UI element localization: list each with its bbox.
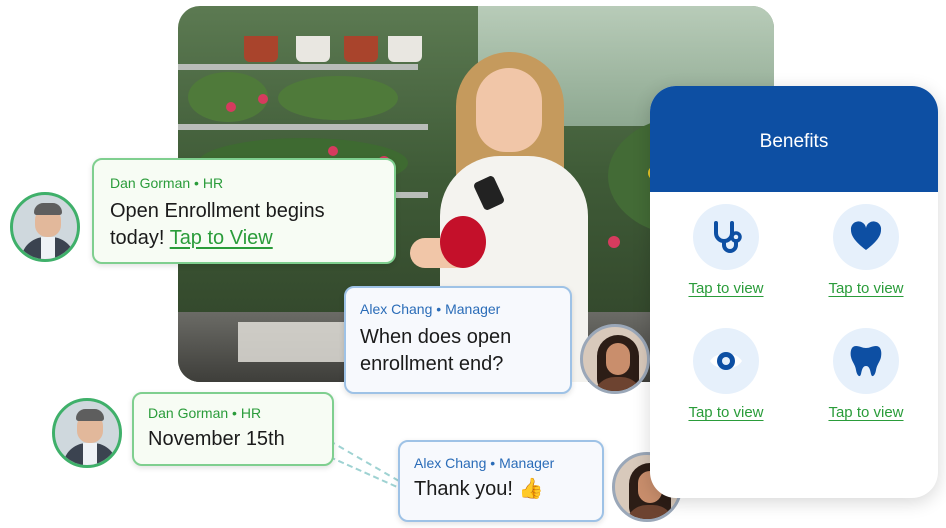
card-header: Benefits (650, 86, 938, 192)
benefit-tile-heart[interactable]: Tap to view (806, 204, 926, 298)
eye-icon (710, 352, 742, 370)
message-text: November 15th (148, 428, 285, 450)
message-text-line1: When does open (360, 326, 512, 348)
benefit-tile-vision[interactable]: Tap to view (666, 328, 786, 422)
stethoscope-icon (714, 221, 742, 253)
sender-label: Dan Gorman • HR (110, 175, 224, 191)
chat-bubble-manager: Alex Chang • Manager When does open enro… (344, 286, 572, 394)
thumbs-up-icon: 👍 (518, 478, 544, 500)
tap-to-view-link[interactable]: Tap to view (828, 404, 903, 421)
benefits-card: Benefits Tap to view Tap to view Tap to … (650, 86, 938, 498)
sender-label: Alex Chang • Manager (360, 301, 501, 317)
tooth-icon (850, 346, 882, 377)
chat-bubble-manager: Alex Chang • Manager Thank you! 👍 (398, 440, 604, 522)
sender-label: Alex Chang • Manager (414, 455, 555, 471)
benefit-tile-medical[interactable]: Tap to view (666, 204, 786, 298)
message-text: Thank you! (414, 478, 513, 500)
tap-to-view-link[interactable]: Tap to view (688, 280, 763, 297)
avatar-dan-gorman (10, 192, 80, 262)
chat-bubble-hr: Dan Gorman • HR November 15th (132, 392, 334, 466)
avatar-alex-chang (580, 324, 650, 394)
tap-to-view-link[interactable]: Tap to view (688, 404, 763, 421)
tap-to-view-link[interactable]: Tap to View (170, 227, 273, 249)
card-title: Benefits (759, 131, 829, 152)
tap-to-view-link[interactable]: Tap to view (828, 280, 903, 297)
chat-bubble-hr: Dan Gorman • HR Open Enrollment begins t… (92, 158, 396, 264)
avatar-dan-gorman (52, 398, 122, 468)
message-text-line2: enrollment end? (360, 353, 504, 375)
benefit-tile-dental[interactable]: Tap to view (806, 328, 926, 422)
sender-label: Dan Gorman • HR (148, 405, 262, 421)
heart-icon (850, 221, 882, 250)
